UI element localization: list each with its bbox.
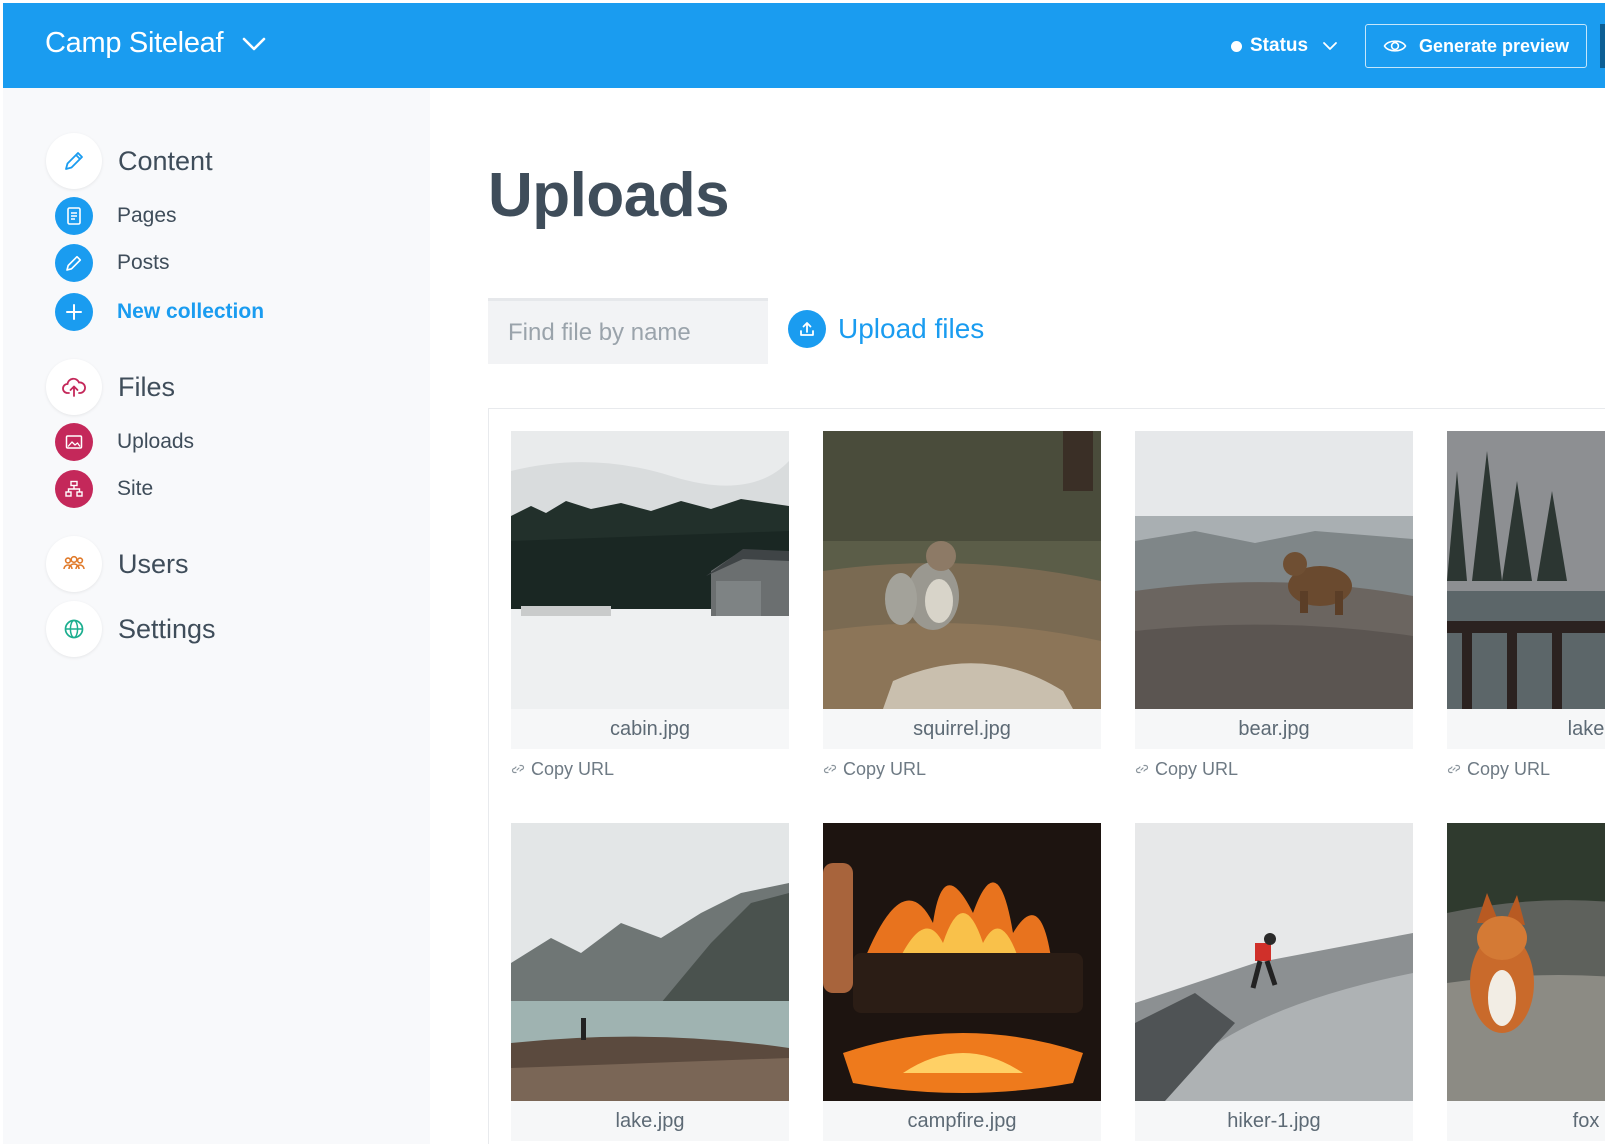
file-card-hiker-1[interactable]: hiker-1.jpg xyxy=(1135,823,1413,1141)
sidebar-section-users[interactable]: Users xyxy=(46,536,189,592)
sidebar-item-uploads[interactable]: Uploads xyxy=(46,423,194,461)
status-dot-icon xyxy=(1231,40,1242,52)
file-name: campfire.jpg xyxy=(823,1101,1101,1141)
file-card-campfire[interactable]: campfire.jpg xyxy=(823,823,1101,1141)
page-title: Uploads xyxy=(488,161,730,230)
sidebar-section-settings[interactable]: Settings xyxy=(46,601,216,657)
link-icon xyxy=(823,764,837,774)
sidebar: Content Pages Posts New collection Files… xyxy=(3,88,430,1144)
account-menu-edge[interactable] xyxy=(1600,24,1605,68)
eye-icon xyxy=(1383,40,1407,52)
file-name: lake.jpg xyxy=(511,1101,789,1141)
thumbnail-image[interactable] xyxy=(1447,823,1605,1101)
cloud-upload-icon xyxy=(46,359,102,415)
link-icon xyxy=(1447,764,1461,774)
site-switcher[interactable]: Camp Siteleaf xyxy=(45,27,267,60)
upload-files-label: Upload files xyxy=(838,313,985,344)
sidebar-section-files[interactable]: Files xyxy=(46,359,175,415)
sidebar-section-label: Content xyxy=(118,145,213,176)
file-name: bear.jpg xyxy=(1135,709,1413,749)
thumbnail-image[interactable] xyxy=(823,823,1101,1101)
status-dropdown[interactable]: Status xyxy=(1231,35,1338,57)
thumbnail-image[interactable] xyxy=(1447,431,1605,709)
file-card-bear[interactable]: bear.jpg Copy URL xyxy=(1135,431,1413,781)
sidebar-item-pages[interactable]: Pages xyxy=(46,197,177,235)
globe-icon xyxy=(46,601,102,657)
copy-url-label: Copy URL xyxy=(1155,758,1239,779)
copy-url-label: Copy URL xyxy=(843,758,927,779)
link-icon xyxy=(1135,764,1149,774)
sidebar-item-new-collection[interactable]: New collection xyxy=(46,293,264,331)
top-bar: Camp Siteleaf Status Generate preview xyxy=(3,3,1605,88)
generate-preview-button[interactable]: Generate preview xyxy=(1365,24,1587,68)
copy-url-link[interactable]: Copy URL xyxy=(511,757,789,781)
file-card-lake-2[interactable]: lake.jpg xyxy=(511,823,789,1141)
sidebar-item-label: New collection xyxy=(117,300,265,323)
copy-url-link[interactable]: Copy URL xyxy=(823,757,1101,781)
upload-files-button[interactable]: Upload files xyxy=(788,310,984,348)
sidebar-section-label: Users xyxy=(118,548,189,579)
copy-url-label: Copy URL xyxy=(531,758,615,779)
copy-url-link[interactable]: Copy URL xyxy=(1447,757,1605,781)
file-name: cabin.jpg xyxy=(511,709,789,749)
status-label: Status xyxy=(1250,35,1309,56)
thumbnail-image[interactable] xyxy=(511,431,789,709)
upload-icon xyxy=(788,310,826,348)
file-name: hiker-1.jpg xyxy=(1135,1101,1413,1141)
copy-url-link[interactable]: Copy URL xyxy=(1135,757,1413,781)
site-name: Camp Siteleaf xyxy=(45,27,224,59)
search-input[interactable] xyxy=(488,298,768,364)
file-name: fox xyxy=(1447,1101,1605,1141)
sidebar-section-label: Settings xyxy=(118,613,216,644)
link-icon xyxy=(511,764,525,774)
pencil-icon xyxy=(46,133,102,189)
thumbnail-image[interactable] xyxy=(823,431,1101,709)
thumbnail-image[interactable] xyxy=(1135,823,1413,1101)
sidebar-item-site[interactable]: Site xyxy=(46,470,153,508)
copy-url-label: Copy URL xyxy=(1467,758,1551,779)
document-icon xyxy=(55,197,93,235)
sidebar-item-label: Site xyxy=(117,477,154,500)
file-card-fox[interactable]: fox xyxy=(1447,823,1605,1141)
sidebar-item-label: Pages xyxy=(117,204,177,227)
file-name: lake xyxy=(1447,709,1605,749)
generate-preview-label: Generate preview xyxy=(1418,35,1570,56)
file-grid: cabin.jpg Copy URL squirrel.jpg Copy URL xyxy=(488,408,1605,1144)
file-card-squirrel[interactable]: squirrel.jpg Copy URL xyxy=(823,431,1101,781)
thumbnail-image[interactable] xyxy=(511,823,789,1101)
file-card-lake[interactable]: lake Copy URL xyxy=(1447,431,1605,781)
thumbnail-image[interactable] xyxy=(1135,431,1413,709)
sidebar-section-label: Files xyxy=(118,371,176,402)
chevron-down-icon xyxy=(1323,42,1337,50)
pencil-icon xyxy=(55,244,93,282)
sidebar-section-content[interactable]: Content xyxy=(46,133,213,189)
plus-icon xyxy=(55,293,93,331)
image-icon xyxy=(55,423,93,461)
file-card-cabin[interactable]: cabin.jpg Copy URL xyxy=(511,431,789,781)
sidebar-item-posts[interactable]: Posts xyxy=(46,244,170,282)
users-icon xyxy=(46,536,102,592)
sidebar-item-label: Uploads xyxy=(117,430,195,453)
sidebar-item-label: Posts xyxy=(117,251,170,274)
file-name: squirrel.jpg xyxy=(823,709,1101,749)
chevron-down-icon xyxy=(242,37,266,50)
sitemap-icon xyxy=(55,470,93,508)
